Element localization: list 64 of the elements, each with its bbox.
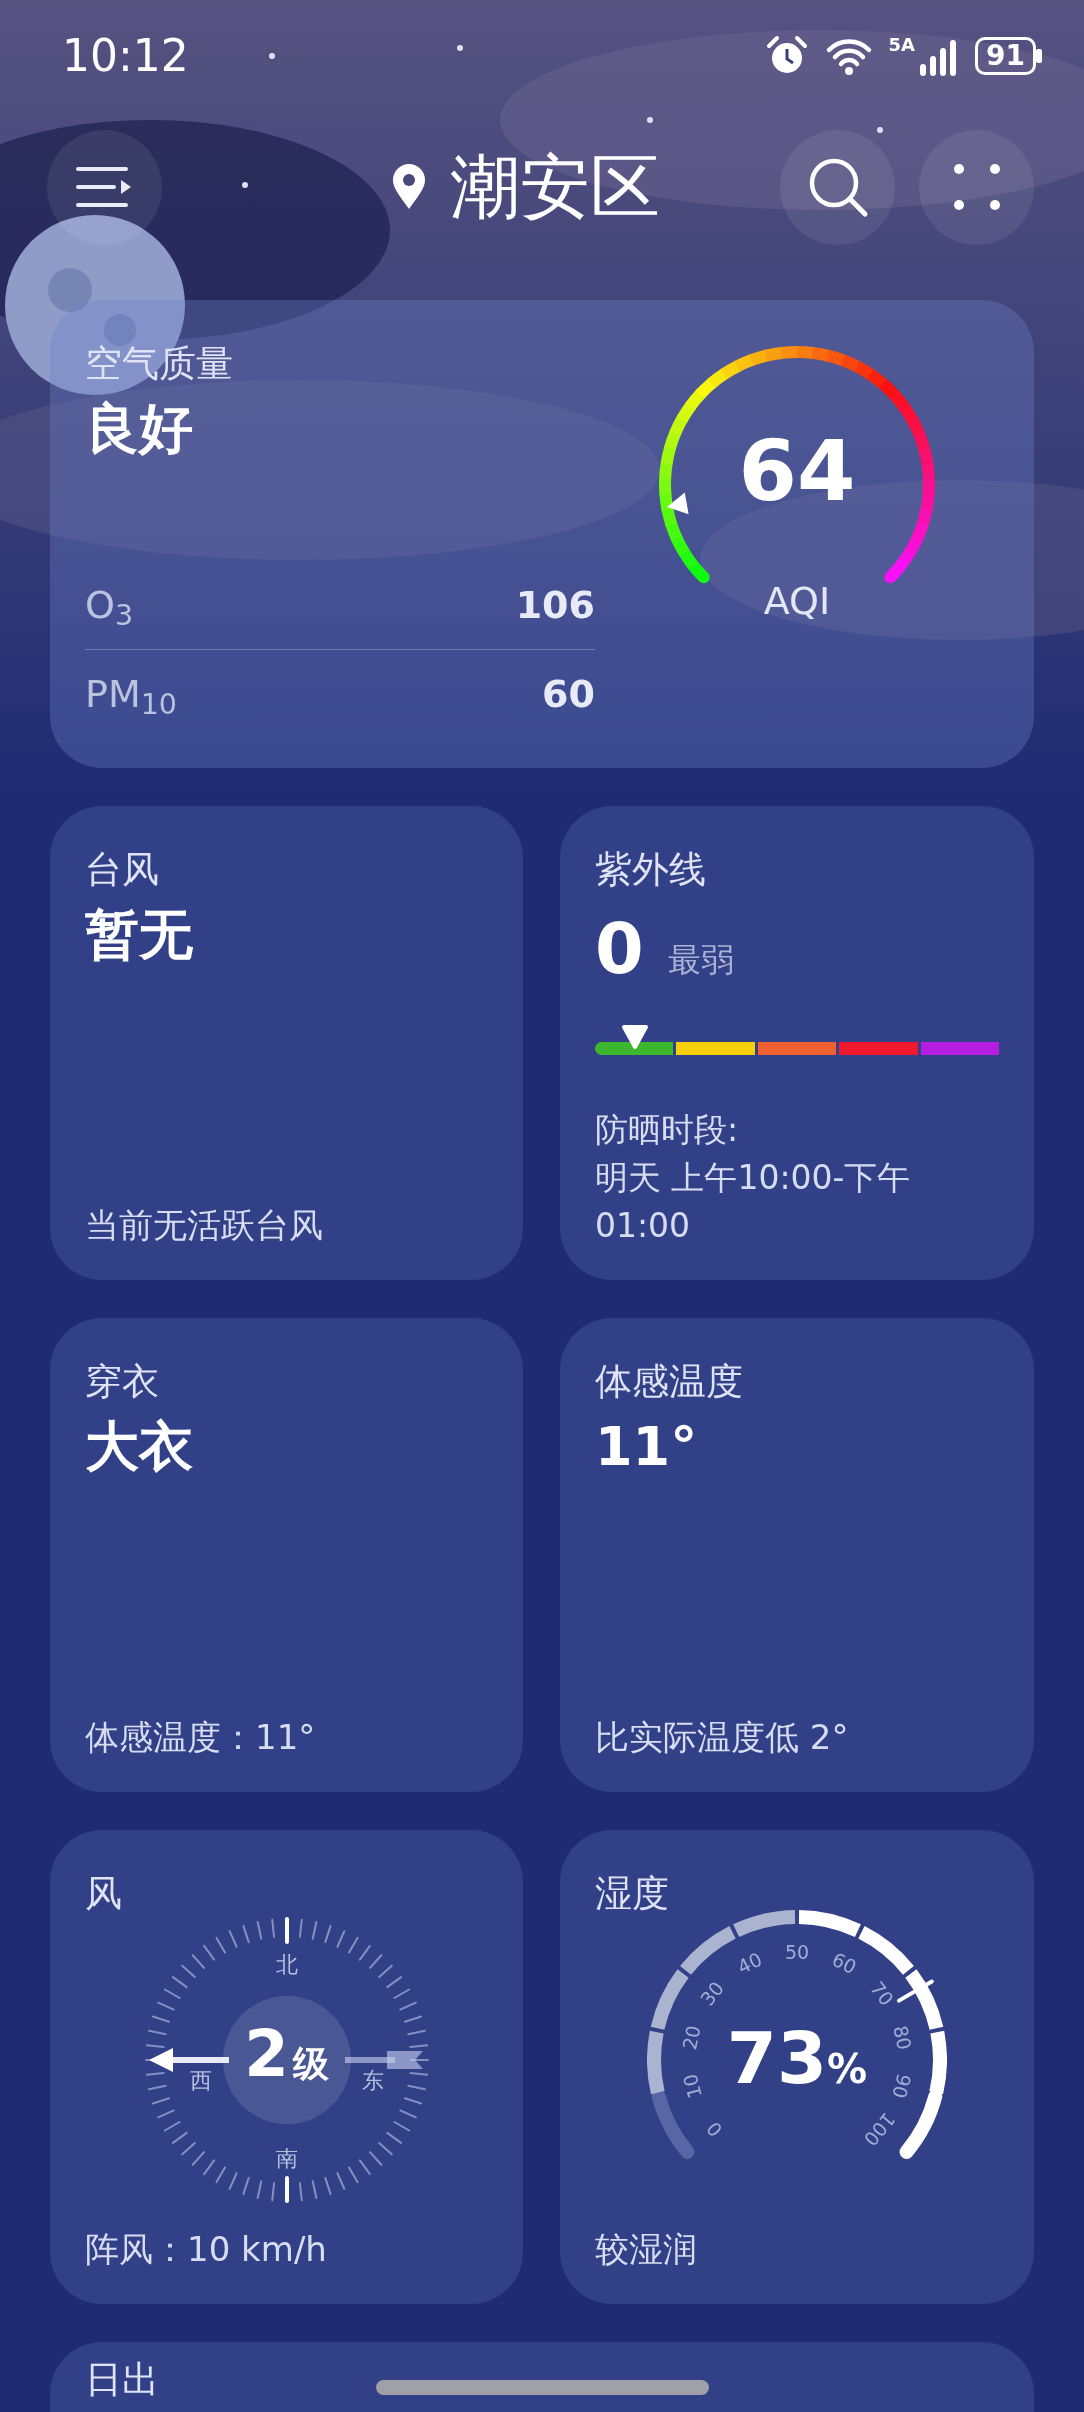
pollutant-value: 60 — [542, 670, 595, 718]
info-card[interactable]: 穿衣 大衣 体感温度：11° — [50, 1318, 523, 1792]
status-time: 10:12 — [62, 29, 189, 83]
card-title: 紫外线 — [595, 848, 707, 893]
pollutant-name: PM$_{10}$ — [85, 670, 177, 723]
card-footnote: 较湿润 — [595, 2228, 698, 2272]
card-title: 体感温度 — [595, 1360, 744, 1405]
wind-force-unit: 级 — [292, 2042, 329, 2087]
aqi-value: 64 — [738, 429, 856, 513]
card-title: 风 — [85, 1872, 123, 1917]
card-value: 11° — [595, 1414, 699, 1481]
sunrise-card[interactable]: 日出 — [50, 2342, 1034, 2412]
wifi-icon — [824, 36, 873, 76]
sun-protection-label: 防晒时段: — [595, 1109, 740, 1152]
four-dots-icon — [953, 164, 1000, 210]
card-value: 大衣 — [85, 1414, 194, 1481]
gauge-needle — [897, 1979, 934, 2004]
compass-label: 南 — [275, 2146, 298, 2172]
aqi-label: AQI — [763, 582, 831, 620]
scale-label: 70 — [866, 1977, 899, 2011]
sun-protection-time: 明天 上午10:00-下午01:00 — [595, 1157, 912, 1248]
compass-label: 东 — [361, 2068, 384, 2094]
battery-level: 91 — [975, 36, 1036, 76]
air-quality-card[interactable]: 空气质量 良好 O$_{3}$ 106 PM$_{10}$ 60 64 AQI — [50, 300, 1034, 768]
humidity-value: 73 — [726, 2022, 828, 2095]
compass-label: 西 — [189, 2068, 212, 2094]
card-title: 空气质量 — [85, 342, 234, 387]
wind-force-value: 2 — [244, 2022, 289, 2087]
scale-label: 60 — [828, 1948, 861, 1979]
card-title: 穿衣 — [85, 1360, 160, 1405]
info-card[interactable]: 台风 暂无 当前无活跃台风 — [50, 806, 523, 1280]
pollutant-value: 106 — [515, 581, 595, 629]
location-pin-icon — [392, 164, 426, 210]
scale-label: 50 — [784, 1941, 810, 1964]
gauge-marker — [667, 492, 689, 515]
scale-label: 20 — [678, 2023, 705, 2053]
network-type: 5A — [888, 36, 916, 54]
info-card[interactable]: 体感温度 11° 比实际温度低 2° — [560, 1318, 1034, 1792]
card-title: 日出 — [85, 2358, 159, 2403]
card-title: 台风 — [85, 848, 160, 893]
card-footnote: 比实际温度低 2° — [595, 1716, 850, 1760]
compass-label: 北 — [275, 1952, 298, 1978]
card-footnote: 体感温度：11° — [85, 1716, 317, 1760]
scale-label: 40 — [733, 1948, 766, 1979]
uv-card[interactable]: 紫外线 0 最弱 防晒时段: 明天 上午10:00-下午01:00 — [560, 806, 1034, 1280]
scale-label: 80 — [889, 2023, 916, 2053]
card-value: 暂无 — [85, 902, 194, 969]
battery-tip-icon — [1036, 49, 1042, 63]
uv-level-text: 最弱 — [667, 938, 734, 981]
location-name: 潮安区 — [450, 152, 660, 222]
pollutant-name: O$_{3}$ — [85, 581, 134, 634]
scale-label: 0 — [701, 2118, 727, 2142]
card-footnote: 阵风：10 km/h — [85, 2228, 328, 2272]
scale-label: 90 — [888, 2072, 916, 2101]
card-footnote: 当前无活跃台风 — [85, 1204, 324, 1248]
humidity-card[interactable]: 湿度 0 10 20 30 40 50 60 70 80 90 100 73% 较湿润 — [560, 1830, 1034, 2304]
card-title: 湿度 — [595, 1872, 670, 1917]
wind-card[interactable]: 风 北 东 南 西 2 级 阵风：10 km/h — [50, 1830, 523, 2304]
scale-label: 10 — [678, 2072, 706, 2101]
air-quality-status: 良好 — [85, 396, 194, 463]
scale-label: 100 — [859, 2108, 900, 2151]
humidity-unit: % — [827, 2045, 868, 2095]
uv-index-value: 0 — [595, 914, 644, 985]
scale-label: 30 — [695, 1977, 728, 2011]
